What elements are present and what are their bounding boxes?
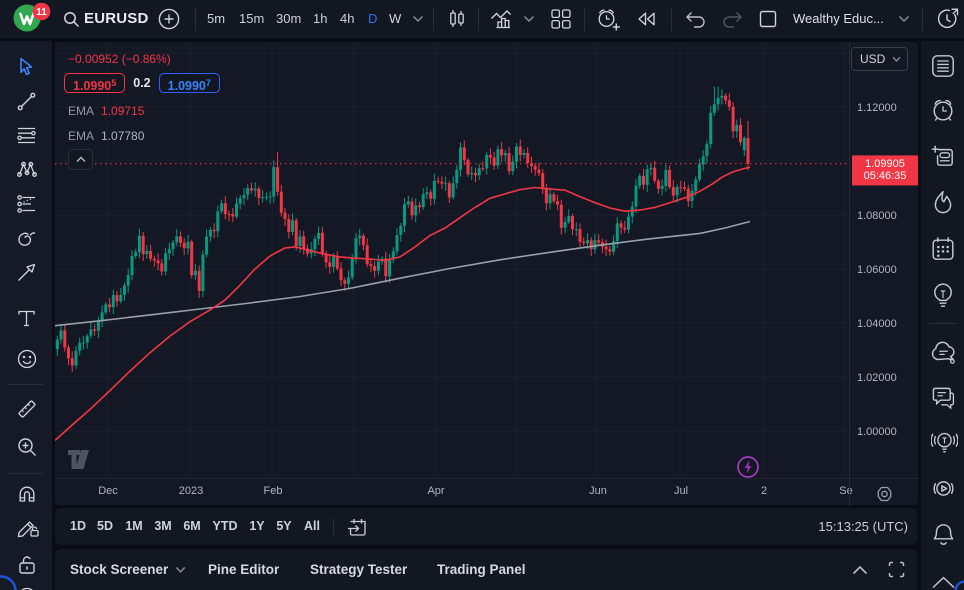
svg-text:05:46:35: 05:46:35	[864, 170, 907, 182]
svg-text:1.04000: 1.04000	[857, 318, 897, 330]
svg-text:1.08000: 1.08000	[857, 210, 897, 222]
svg-text:1.09905: 1.09905	[865, 158, 905, 170]
svg-text:1.12000: 1.12000	[857, 102, 897, 114]
svg-text:1.02000: 1.02000	[857, 372, 897, 384]
svg-text:1.00000: 1.00000	[857, 426, 897, 438]
svg-text:1.06000: 1.06000	[857, 264, 897, 276]
svg-text:11: 11	[36, 7, 47, 18]
